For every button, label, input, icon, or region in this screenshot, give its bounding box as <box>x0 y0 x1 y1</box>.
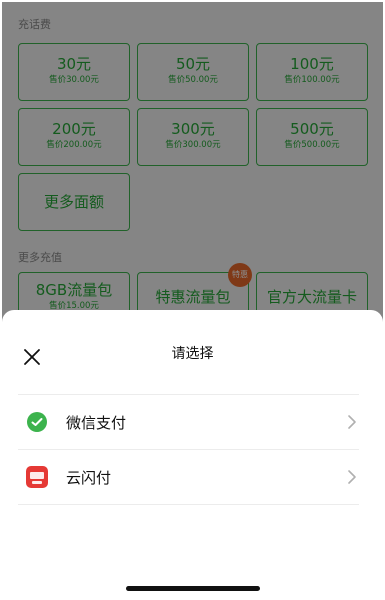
divider <box>18 504 359 505</box>
payment-sheet: 请选择 微信支付 云闪付 <box>2 310 383 598</box>
home-indicator <box>126 586 260 591</box>
recharge-page: 充话费 30元 售价30.00元 50元 售价50.00元 100元 售价100… <box>2 2 383 598</box>
wechat-pay-icon <box>27 412 47 432</box>
payment-option-unionpay[interactable]: 云闪付 <box>2 450 383 504</box>
payment-option-label: 微信支付 <box>66 414 127 432</box>
sheet-title: 请选择 <box>171 346 214 362</box>
unionpay-cloud-icon <box>26 466 48 488</box>
payment-option-label: 云闪付 <box>66 469 112 487</box>
chevron-right-icon <box>348 415 356 429</box>
payment-option-wechat[interactable]: 微信支付 <box>2 395 383 449</box>
chevron-right-icon <box>348 470 356 484</box>
